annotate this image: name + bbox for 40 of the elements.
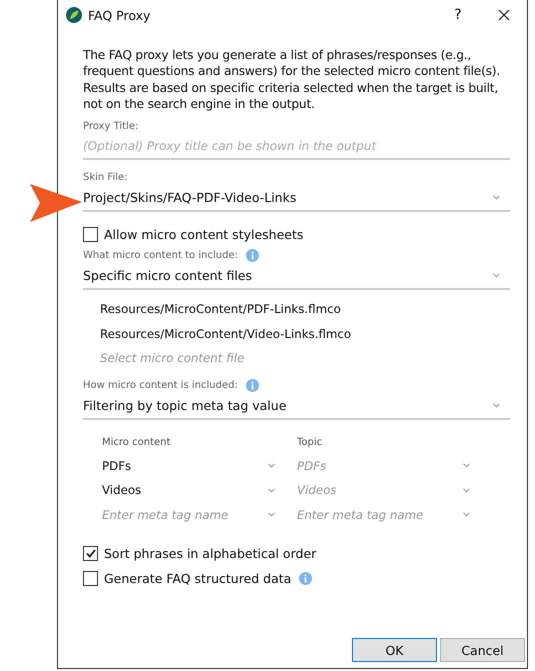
checkbox[interactable]: [83, 571, 98, 586]
file-item[interactable]: Resources/MicroContent/PDF-Links.flmco: [100, 302, 341, 316]
chevron-down-icon[interactable]: [463, 512, 470, 518]
field-label: What micro content to include:: [83, 250, 238, 262]
info-icon[interactable]: [246, 378, 259, 392]
chevron-down-icon[interactable]: [463, 488, 470, 493]
field-label: Proxy Title:: [83, 121, 138, 132]
checkbox-label: Sort phrases in alphabetical order: [104, 546, 316, 562]
callout-arrow: [28, 183, 82, 223]
chevron-down-icon[interactable]: [493, 273, 500, 278]
cancel-button[interactable]: Cancel: [440, 638, 525, 662]
chevron-down-icon[interactable]: [268, 488, 275, 493]
file-item[interactable]: Resources/MicroContent/Video-Links.flmco: [100, 326, 352, 341]
dropdown-field[interactable]: Filtering by topic meta tag value: [83, 394, 510, 420]
checkbox-label: Generate FAQ structured data: [104, 571, 292, 586]
chevron-down-icon[interactable]: [268, 512, 275, 518]
checkbox-label: Allow micro content stylesheets: [104, 227, 304, 242]
dropdown-field[interactable]: Project/Skins/FAQ-PDF-Video-Links: [83, 186, 510, 212]
close-icon[interactable]: [498, 9, 510, 21]
checkbox[interactable]: [83, 546, 98, 562]
column-header: Micro content: [102, 437, 170, 448]
app-logo-icon: [66, 7, 82, 23]
checkmark-icon: [86, 549, 96, 558]
checkbox[interactable]: [83, 227, 98, 242]
chevron-down-icon[interactable]: [463, 463, 470, 468]
chevron-down-icon[interactable]: [268, 463, 275, 468]
dropdown-field[interactable]: Videos: [102, 478, 297, 503]
field-label: How micro content is included:: [83, 380, 238, 391]
column-header: Topic: [297, 437, 322, 448]
description-text: The FAQ proxy lets you generate a list of phrases/responses (e.g., frequent questions and answers) for the selected micro content file(s). Results are based on specific criteria selected when the target is built, not on the search engine in the output.: [83, 47, 502, 112]
chevron-down-icon[interactable]: [493, 195, 500, 200]
info-icon[interactable]: [246, 249, 259, 262]
chevron-down-icon[interactable]: [493, 402, 500, 408]
dropdown-field[interactable]: PDFs: [102, 454, 297, 478]
window-title: FAQ Proxy: [88, 8, 152, 22]
info-icon[interactable]: [299, 572, 312, 586]
dropdown-field[interactable]: Specific micro content files: [83, 264, 510, 290]
ok-button[interactable]: OK: [352, 638, 437, 662]
help-button[interactable]: ?: [435, 7, 481, 23]
field-label: Skin File:: [83, 172, 128, 184]
